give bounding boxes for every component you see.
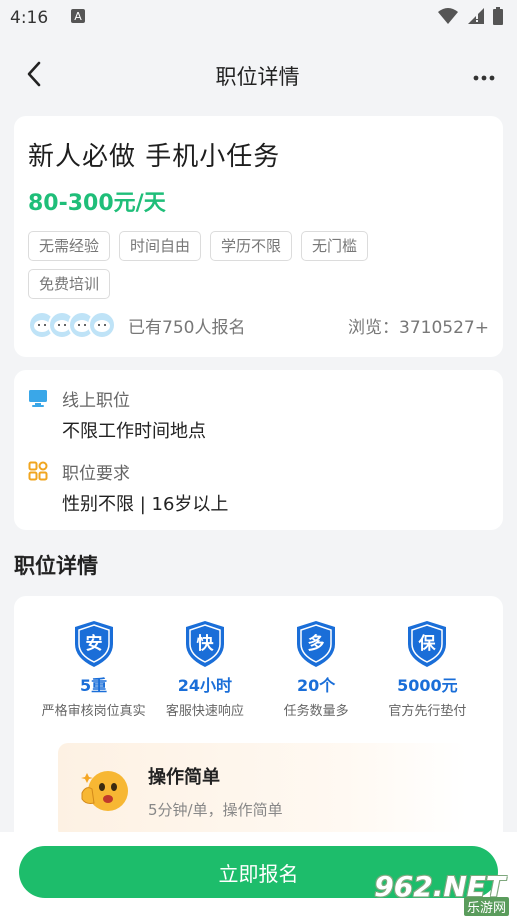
badge-text: 安: [85, 633, 102, 654]
feature-list: 安 5重 严格审核岗位真实 快 24小时 客服快速响应 多 20个 任务数量多 …: [28, 620, 489, 719]
shield-icon: 保: [408, 621, 447, 667]
location-row: 线上职位 不限工作时间地点: [28, 386, 489, 443]
tag: 无需经验: [28, 231, 111, 261]
wifi-icon: [437, 7, 459, 30]
feature-desc: 任务数量多: [283, 704, 349, 719]
operation-desc: 5分钟/单，操作简单: [148, 800, 283, 819]
page-title: 职位详情: [215, 65, 300, 89]
nav-bar: 职位详情: [0, 36, 517, 116]
feature-desc: 官方先行垫付: [388, 704, 467, 719]
tag: 免费培训: [28, 269, 111, 299]
stats-row: 已有750人报名 浏览：3710527+: [28, 311, 489, 339]
battery-icon: [493, 6, 503, 30]
feature-desc: 严格审核岗位真实: [41, 704, 146, 719]
feature-value: 5重: [80, 676, 108, 695]
location-label: 线上职位: [62, 391, 130, 411]
tag: 学历不限: [210, 231, 293, 261]
badge-text: 多: [308, 633, 325, 654]
feature-desc: 客服快速响应: [165, 704, 244, 719]
requirement-label: 职位要求: [62, 464, 130, 484]
signal-icon: [467, 7, 485, 30]
shield-icon: 多: [297, 621, 336, 667]
watermark: 962.NET 乐游网: [374, 870, 515, 916]
feature-item: 安 5重 严格审核岗位真实: [38, 620, 149, 719]
job-summary-card: 新人必做 手机小任务 80-300元/天 无需经验 时间自由 学历不限 无门槛 …: [14, 116, 503, 357]
shield-icon: 安: [74, 621, 113, 667]
operation-banner: 操作简单 5分钟/单，操作简单: [58, 743, 467, 839]
salary: 80-300元/天: [28, 191, 166, 216]
more-icon[interactable]: [473, 67, 495, 86]
tag-list: 无需经验 时间自由 学历不限 无门槛 免费培训: [28, 231, 418, 299]
grid-icon: [28, 461, 48, 481]
feature-value: 24小时: [177, 676, 233, 695]
shield-icon: 快: [185, 621, 224, 667]
tag: 无门槛: [301, 231, 369, 261]
status-time: 4:16: [10, 8, 49, 28]
bottom-bar: 立即报名 962.NET 乐游网: [0, 832, 517, 920]
feature-item: 保 5000元 官方先行垫付: [372, 620, 483, 719]
avatar-group: 已有750人报名: [28, 311, 245, 339]
back-icon[interactable]: [26, 61, 42, 91]
job-detail-card: 安 5重 严格审核岗位真实 快 24小时 客服快速响应 多 20个 任务数量多 …: [14, 596, 503, 856]
location-value: 不限工作时间地点: [62, 421, 206, 442]
job-info-card: 线上职位 不限工作时间地点 职位要求 性别不限 | 16岁以上: [14, 370, 503, 530]
badge-text: 保: [418, 633, 437, 654]
operation-title: 操作简单: [148, 766, 220, 788]
requirement-value: 性别不限 | 16岁以上: [62, 494, 229, 515]
signup-count: 已有750人报名: [128, 317, 246, 338]
status-bar: 4:16 A: [0, 0, 517, 36]
requirement-row: 职位要求 性别不限 | 16岁以上: [28, 459, 489, 516]
view-count: 浏览：3710527+: [348, 317, 489, 338]
section-title: 职位详情: [14, 554, 98, 578]
job-title: 新人必做 手机小任务: [28, 142, 281, 172]
feature-item: 快 24小时 客服快速响应: [149, 620, 260, 719]
feature-value: 5000元: [397, 676, 458, 695]
avatar: [88, 311, 116, 339]
badge-text: 快: [196, 633, 214, 654]
feature-value: 20个: [296, 676, 336, 695]
feature-item: 多 20个 任务数量多: [261, 620, 372, 719]
monitor-icon: [28, 388, 48, 408]
tag: 时间自由: [119, 231, 202, 261]
thumbs-up-emoji-icon: [81, 771, 128, 811]
a-letter-icon: A: [70, 8, 86, 29]
watermark-sub: 乐游网: [463, 897, 509, 916]
svg-text:A: A: [74, 10, 82, 23]
